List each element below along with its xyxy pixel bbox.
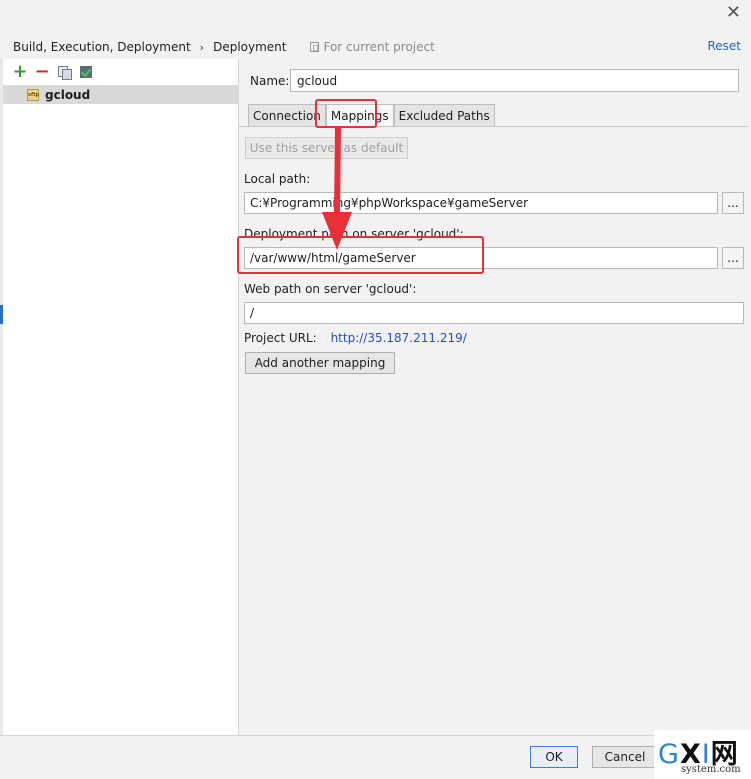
title-bar: ✕ [0,0,751,30]
server-item-label: gcloud [45,87,91,102]
check-default-icon [80,66,92,78]
tab-excluded-paths[interactable]: Excluded Paths [393,104,495,126]
add-mapping-button[interactable]: Add another mapping [245,352,395,374]
watermark-logo: GXI网 system.com [654,730,751,779]
deployment-path-highlight [237,236,484,274]
server-item-gcloud[interactable]: sftp gcloud [3,85,239,104]
cancel-button[interactable]: Cancel [592,746,658,768]
project-scope-icon [310,42,320,52]
sftp-server-icon: sftp [27,88,39,101]
deployment-path-browse-button[interactable]: ... [722,247,744,269]
web-path-field[interactable]: / [244,302,744,324]
scope-label: For current project [310,40,435,54]
mappings-tab-highlight [315,99,377,128]
server-toolbar: + − [9,63,97,81]
close-icon[interactable]: ✕ [726,3,741,23]
use-as-default-button[interactable]: Use this server as default [245,137,408,159]
copy-icon [58,66,72,80]
copy-server-button[interactable] [53,63,75,81]
server-name-input[interactable] [290,69,739,92]
web-path-label: Web path on server 'gcloud': [244,282,417,296]
scope-text: For current project [323,40,435,54]
breadcrumb-parent: Build, Execution, Deployment [13,40,191,54]
remove-icon[interactable]: − [31,63,53,81]
chevron-right-icon: › [199,40,205,54]
reset-link[interactable]: Reset [707,39,741,53]
watermark-domain: system.com [681,764,741,775]
local-path-field[interactable]: C:¥Programming¥phpWorkspace¥gameServer [244,192,718,214]
footer-divider [0,735,751,736]
name-label: Name: [250,74,290,88]
breadcrumb-current: Deployment [213,40,287,54]
set-default-button[interactable] [75,63,97,81]
project-url-link[interactable]: http://35.187.211.219/ [331,331,467,345]
local-path-label: Local path: [244,172,311,186]
ok-button[interactable]: OK [530,746,578,768]
project-url-row: Project URL: http://35.187.211.219/ [244,331,467,345]
breadcrumb: Build, Execution, Deployment › Deploymen… [13,39,435,55]
server-list-panel: + − sftp gcloud [3,59,239,735]
local-path-browse-button[interactable]: ... [722,192,744,214]
add-icon[interactable]: + [9,63,31,81]
project-url-label: Project URL: [244,331,317,345]
